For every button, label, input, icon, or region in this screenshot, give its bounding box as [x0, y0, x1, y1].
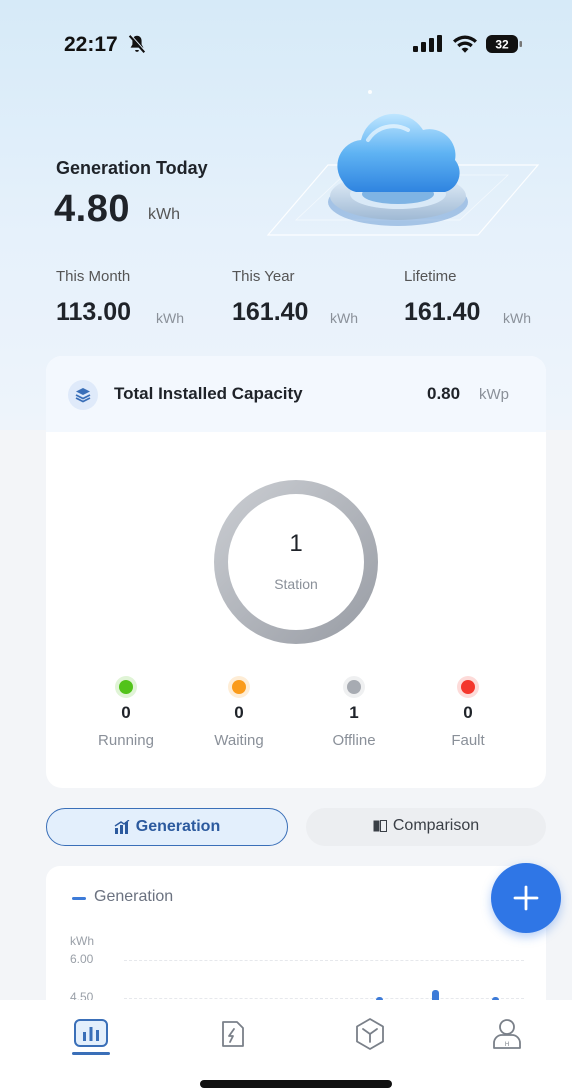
generation-today-value: 4.80 — [54, 188, 130, 230]
generation-today-unit: kWh — [148, 206, 180, 223]
tab-comparison[interactable]: Comparison — [306, 808, 546, 846]
stat-year-label: This Year — [232, 268, 295, 285]
fault-count: 0 — [463, 703, 473, 722]
battery-icon: 32 — [486, 35, 522, 53]
nav-dashboard-icon[interactable] — [73, 1016, 109, 1052]
waiting-dot — [228, 676, 250, 698]
generation-chart-card: Generation kWh 6.00 4.50 — [46, 866, 546, 1006]
stat-year-value: 161.40 — [232, 298, 309, 326]
generation-today-title: Generation Today — [56, 158, 208, 178]
grid-line — [124, 998, 524, 999]
legend-generation[interactable]: Generation — [94, 888, 173, 906]
capacity-unit: kWp — [479, 386, 509, 403]
y-axis-unit: kWh — [70, 934, 94, 948]
home-indicator — [200, 1080, 392, 1088]
stat-month-unit: kWh — [156, 310, 184, 326]
fault-label: Fault — [451, 732, 485, 749]
capacity-card-header[interactable]: Total Installed Capacity 0.80 kWp — [46, 356, 546, 432]
stat-lifetime-label: Lifetime — [404, 268, 457, 285]
offline-count: 1 — [349, 703, 359, 722]
status-time: 22:17 — [64, 33, 118, 56]
nav-box-icon[interactable] — [352, 1016, 388, 1052]
stat-lifetime-value: 161.40 — [404, 298, 481, 326]
wifi-icon — [453, 35, 477, 53]
compare-icon — [373, 819, 387, 832]
battery-level: 32 — [495, 38, 509, 52]
svg-text:H: H — [505, 1042, 509, 1048]
add-button[interactable] — [491, 863, 561, 933]
station-count: 1 — [289, 530, 303, 557]
nav-device-icon[interactable] — [213, 1016, 249, 1052]
nav-profile-icon[interactable]: H — [489, 1016, 525, 1052]
offline-dot — [343, 676, 365, 698]
waiting-label: Waiting — [214, 732, 264, 749]
station-ring — [214, 480, 378, 644]
plus-icon — [513, 885, 539, 911]
running-count: 0 — [121, 703, 131, 722]
running-label: Running — [98, 732, 154, 749]
running-dot — [115, 676, 137, 698]
y-tick-6: 6.00 — [70, 952, 94, 966]
bell-muted-icon — [128, 34, 146, 53]
tab-comparison-label: Comparison — [392, 817, 480, 834]
layers-icon — [68, 380, 98, 410]
tab-generation[interactable]: Generation — [46, 808, 288, 846]
stat-lifetime-unit: kWh — [503, 310, 531, 326]
fault-dot — [457, 676, 479, 698]
capacity-title: Total Installed Capacity — [114, 384, 303, 403]
legend-marker — [72, 897, 86, 900]
signal-icon — [413, 35, 442, 52]
nav-active-indicator — [72, 1052, 110, 1055]
stat-month-label: This Month — [56, 268, 131, 285]
waiting-count: 0 — [234, 703, 244, 722]
tab-generation-label: Generation — [135, 818, 221, 835]
capacity-value: 0.80 — [427, 384, 461, 403]
station-label: Station — [274, 576, 318, 592]
offline-label: Offline — [332, 732, 376, 749]
stat-year-unit: kWh — [330, 310, 358, 326]
grid-line — [124, 960, 524, 961]
app-screen: 22:17 32 Generation Today 4.80 kWh This … — [0, 0, 572, 1088]
cloud-illustration — [266, 90, 540, 236]
stat-month-value: 113.00 — [56, 298, 132, 326]
bar-chart-icon — [114, 819, 130, 834]
